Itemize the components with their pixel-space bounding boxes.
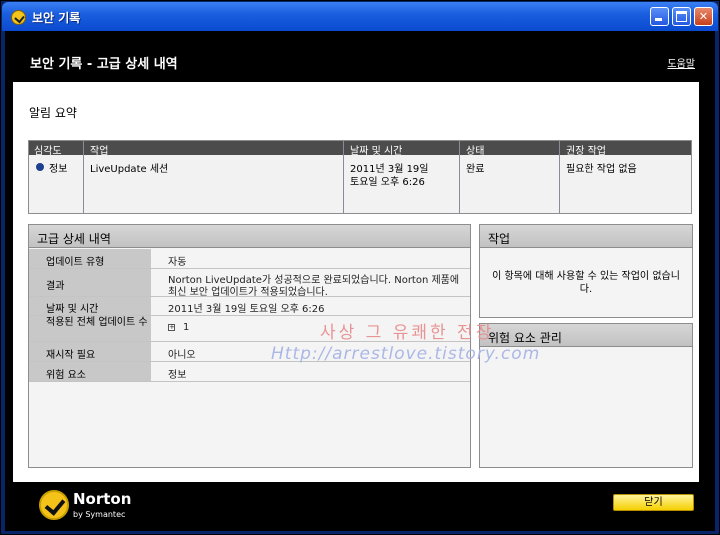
summary-header-row: 심각도 작업 날짜 및 시간 상태 권장 작업 xyxy=(29,141,691,157)
page-title: 보안 기록 - 고급 상세 내역 xyxy=(30,57,178,72)
action-header: 작업 xyxy=(480,225,692,248)
close-window-button[interactable]: ✕ xyxy=(694,7,713,26)
summary-table: 심각도 작업 날짜 및 시간 상태 권장 작업 정보 LiveUpdate 세션… xyxy=(28,140,692,214)
detail-label: 적용된 전체 업데이트 수 xyxy=(29,316,151,341)
detail-value: 자동 xyxy=(168,257,187,268)
detail-row: 업데이트 유형 자동 xyxy=(29,249,470,269)
detail-label: 위험 요소 xyxy=(29,362,151,381)
window-title: 보안 기록 xyxy=(32,11,81,25)
detail-value: 1 xyxy=(183,322,190,333)
watermark-text: 사상 그 유쾌한 전장 xyxy=(320,323,495,343)
action-message: 이 항목에 대해 사용할 수 있는 작업이 없습니다. xyxy=(492,271,680,295)
client-area: 보안 기록 - 고급 상세 내역 도움말 알림 요약 심각도 작업 날짜 및 시… xyxy=(5,31,715,531)
detail-value-wrapper: +1 xyxy=(168,322,189,333)
detail-row: 날짜 및 시간 2011년 3월 19일 토요일 오후 6:26 xyxy=(29,297,470,316)
maximize-icon xyxy=(676,11,687,22)
detail-value: 정보 xyxy=(168,370,187,381)
detail-row: 위험 요소 정보 xyxy=(29,362,470,382)
column-divider xyxy=(459,141,460,213)
expand-plus-icon[interactable]: + xyxy=(168,323,175,331)
detail-row: 결과 Norton LiveUpdate가 성공적으로 완료되었습니다. Nor… xyxy=(29,269,470,298)
recommended-value: 필요한 작업 없음 xyxy=(566,164,637,175)
close-button[interactable]: 닫기 xyxy=(613,494,694,511)
status-value: 완료 xyxy=(466,164,485,175)
summary-title: 알림 요약 xyxy=(29,106,77,120)
column-divider xyxy=(83,141,84,213)
title-bar[interactable]: 보안 기록 ✕ xyxy=(2,2,718,31)
details-header: 고급 상세 내역 xyxy=(29,225,470,248)
help-link[interactable]: 도움말 xyxy=(667,55,695,70)
detail-value-line2: 최신 보안 업데이트가 적용되었습니다. xyxy=(168,287,328,298)
detail-label: 업데이트 유형 xyxy=(29,249,151,268)
norton-logo-icon xyxy=(39,490,69,520)
footer: Norton by Symantec 닫기 xyxy=(13,482,699,531)
info-dot-icon xyxy=(36,163,44,171)
detail-value: 2011년 3월 19일 토요일 오후 6:26 xyxy=(168,304,325,315)
brand-sub: by Symantec xyxy=(73,510,126,519)
main-content: 알림 요약 심각도 작업 날짜 및 시간 상태 권장 작업 정보 LiveUpd… xyxy=(13,82,699,482)
minimize-icon xyxy=(655,18,662,21)
detail-label: 재시작 필요 xyxy=(29,342,151,361)
maximize-button[interactable] xyxy=(672,7,691,26)
details-title: 고급 상세 내역 xyxy=(37,232,111,246)
summary-row[interactable]: 정보 LiveUpdate 세션 2011년 3월 19일 토요일 오후 6:2… xyxy=(29,155,691,213)
action-panel: 작업 이 항목에 대해 사용할 수 있는 작업이 없습니다. xyxy=(479,224,693,318)
detail-label: 날짜 및 시간 xyxy=(29,297,151,315)
detail-value: 아니오 xyxy=(168,350,196,361)
column-divider xyxy=(559,141,560,213)
detail-label: 결과 xyxy=(29,269,151,296)
column-divider xyxy=(343,141,344,213)
minimize-button[interactable] xyxy=(650,7,669,26)
close-icon: ✕ xyxy=(698,10,709,23)
watermark-url: Http://arrestlove.tistory.com xyxy=(271,344,541,364)
norton-check-icon xyxy=(11,10,26,25)
brand-name: Norton xyxy=(73,490,132,508)
severity-value: 정보 xyxy=(49,164,68,175)
window: 보안 기록 ✕ 보안 기록 - 고급 상세 내역 도움말 알림 요약 심각도 작… xyxy=(0,0,720,535)
date-line2: 토요일 오후 6:26 xyxy=(350,177,425,188)
header: 보안 기록 - 고급 상세 내역 도움말 xyxy=(13,34,699,82)
task-value: LiveUpdate 세션 xyxy=(90,164,169,175)
action-title: 작업 xyxy=(488,232,511,246)
